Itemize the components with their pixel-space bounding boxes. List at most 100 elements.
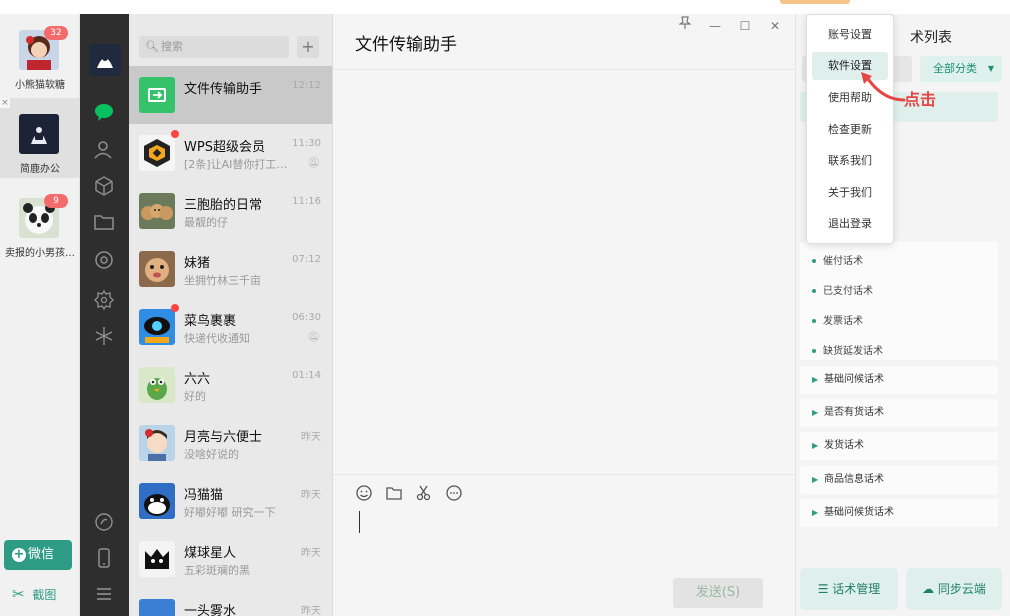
menu-item-account-settings[interactable]: 账号设置 bbox=[812, 21, 888, 49]
script-category[interactable]: ▶ 基础问候货话术 bbox=[800, 499, 998, 527]
caret-right-icon: ▶ bbox=[812, 375, 819, 384]
account-item[interactable]: 32 小熊猫软糖 bbox=[0, 14, 80, 94]
chat-time: 12:12 bbox=[292, 80, 321, 91]
manage-scripts-button[interactable]: ☰ 话术管理 bbox=[800, 568, 898, 610]
chat-row[interactable]: 六六 好的 01:14 bbox=[129, 356, 332, 414]
avatar bbox=[139, 135, 175, 171]
menu-item-contact-us[interactable]: 联系我们 bbox=[812, 147, 888, 175]
screenshot-button[interactable]: ✂ 截图 bbox=[12, 584, 56, 604]
chat-list-panel: 🔍︎ 搜索 + 文件传输助手 12:12 WPS超级会员 [2条]让AI替你打工… bbox=[129, 14, 333, 616]
sparkle-icon[interactable] bbox=[92, 324, 116, 348]
moments-icon[interactable] bbox=[92, 248, 116, 272]
panel-title: 术列表 bbox=[910, 30, 952, 46]
chat-name: 文件传输助手 bbox=[184, 82, 263, 97]
add-wechat-button[interactable]: + 微信 bbox=[4, 540, 72, 570]
mute-icon: 🔕︎ bbox=[307, 332, 320, 343]
scissors-icon[interactable] bbox=[413, 484, 435, 506]
chat-preview: 好的 bbox=[184, 390, 206, 403]
cloud-upload-icon: ☁ bbox=[922, 582, 938, 596]
minimize-icon[interactable]: — bbox=[705, 16, 725, 36]
script-category-label: 基础问候货话术 bbox=[824, 507, 894, 518]
bullet-icon bbox=[812, 349, 816, 353]
chat-preview: 最靓的仔 bbox=[184, 216, 228, 229]
bullet-icon bbox=[812, 319, 816, 323]
sync-cloud-button[interactable]: ☁ 同步云端 bbox=[906, 568, 1002, 610]
chat-row[interactable]: 月亮与六便士 没啥好说的 昨天 bbox=[129, 414, 332, 472]
chat-row-file-transfer[interactable]: 文件传输助手 12:12 bbox=[129, 66, 332, 124]
chat-icon[interactable] bbox=[92, 100, 116, 124]
chat-preview: 坐拥竹林三千亩 bbox=[184, 274, 261, 287]
chat-time: 昨天 bbox=[301, 606, 321, 616]
menu-item-about-us[interactable]: 关于我们 bbox=[812, 179, 888, 207]
script-category[interactable]: ▶ 发货话术 bbox=[800, 432, 998, 460]
input-divider bbox=[333, 474, 795, 475]
script-category[interactable]: ▶ 基础问候话术 bbox=[800, 366, 998, 394]
menu-icon[interactable] bbox=[92, 582, 116, 606]
cube-icon[interactable] bbox=[92, 174, 116, 198]
account-item[interactable]: 9 卖报的小男孩… bbox=[0, 182, 80, 262]
contacts-icon[interactable] bbox=[92, 138, 116, 162]
maximize-icon[interactable]: ☐ bbox=[735, 16, 755, 36]
chat-row[interactable]: WPS超级会员 [2条]让AI替你打工… 11:30 🔕︎ bbox=[129, 124, 332, 182]
pin-icon[interactable] bbox=[675, 16, 695, 36]
script-category[interactable]: ▶ 商品信息话术 bbox=[800, 466, 998, 494]
caret-right-icon: ▶ bbox=[812, 508, 819, 517]
chat-area: 文件传输助手 — ☐ ✕ 发送(S) bbox=[333, 14, 795, 616]
mini-program-icon[interactable] bbox=[92, 510, 116, 534]
sub-script-label: 发票话术 bbox=[823, 316, 863, 327]
sub-script-item[interactable]: 缺货延发话术 bbox=[812, 342, 883, 357]
mute-icon: 🔕︎ bbox=[307, 158, 320, 169]
folder-icon[interactable] bbox=[383, 484, 405, 506]
avatar bbox=[139, 483, 175, 519]
caret-right-icon: ▶ bbox=[812, 441, 819, 450]
sync-cloud-label: 同步云端 bbox=[937, 582, 986, 596]
account-name: 小熊猫软糖 bbox=[15, 80, 65, 91]
sub-script-item[interactable]: 已支付话术 bbox=[812, 282, 873, 297]
chat-row[interactable]: 菜鸟裹裹 快递代收通知 06:30 🔕︎ bbox=[129, 298, 332, 356]
settings-icon[interactable] bbox=[92, 288, 116, 312]
chat-row[interactable]: 三胞胎的日常 最靓的仔 11:16 bbox=[129, 182, 332, 240]
chat-row[interactable]: 一头雾水 昨天 bbox=[129, 588, 332, 616]
chat-name: 冯猫猫 bbox=[184, 488, 224, 503]
bullet-icon bbox=[812, 259, 816, 263]
avatar bbox=[139, 541, 175, 577]
chat-bubble-icon[interactable] bbox=[443, 484, 465, 506]
account-column: 32 小熊猫软糖 × 简鹿办公 9 卖报的小男孩… + 微信 ✂ 截图 bbox=[0, 14, 80, 616]
account-name: 简鹿办公 bbox=[20, 164, 60, 175]
window-top-bar bbox=[0, 0, 1010, 14]
script-category[interactable]: ▶ 是否有货话术 bbox=[800, 399, 998, 427]
search-input[interactable]: 🔍︎ 搜索 bbox=[139, 36, 289, 58]
caret-down-icon: ▼ bbox=[987, 64, 994, 73]
account-item[interactable]: × 简鹿办公 bbox=[0, 98, 80, 178]
folder-icon[interactable] bbox=[92, 210, 116, 234]
avatar bbox=[139, 77, 175, 113]
text-cursor[interactable] bbox=[359, 511, 360, 533]
script-category-label: 发货话术 bbox=[824, 440, 864, 451]
category-dropdown[interactable]: 全部分类 ▼ bbox=[920, 56, 1002, 82]
chat-preview: 好嘟好嘟 研究一下 bbox=[184, 506, 276, 519]
script-category-label: 基础问候话术 bbox=[824, 374, 884, 385]
chat-preview: 五彩斑斓的黑 bbox=[184, 564, 250, 577]
phone-icon[interactable] bbox=[92, 546, 116, 570]
emoji-icon[interactable] bbox=[353, 484, 375, 506]
avatar bbox=[139, 193, 175, 229]
script-category-label: 是否有货话术 bbox=[824, 407, 884, 418]
chat-time: 昨天 bbox=[301, 432, 321, 443]
close-icon[interactable]: ✕ bbox=[765, 16, 785, 36]
unread-badge: 9 bbox=[44, 194, 68, 208]
send-button[interactable]: 发送(S) bbox=[673, 578, 763, 608]
sub-script-item[interactable]: 催付话术 bbox=[812, 252, 863, 267]
menu-item-logout[interactable]: 退出登录 bbox=[812, 210, 888, 238]
chat-row[interactable]: 煤球星人 五彩斑斓的黑 昨天 bbox=[129, 530, 332, 588]
app-logo-icon[interactable] bbox=[89, 44, 121, 76]
chat-time: 11:30 bbox=[292, 138, 321, 149]
list-icon: ☰ bbox=[817, 582, 833, 596]
close-icon[interactable]: × bbox=[0, 98, 10, 108]
chat-row[interactable]: 妹猪 坐拥竹林三千亩 07:12 bbox=[129, 240, 332, 298]
add-button[interactable]: + bbox=[297, 36, 319, 58]
chat-name: 六六 bbox=[184, 372, 211, 387]
menu-item-check-update[interactable]: 检查更新 bbox=[812, 116, 888, 144]
chat-row[interactable]: 冯猫猫 好嘟好嘟 研究一下 昨天 bbox=[129, 472, 332, 530]
unread-dot bbox=[171, 130, 179, 138]
sub-script-item[interactable]: 发票话术 bbox=[812, 312, 863, 327]
